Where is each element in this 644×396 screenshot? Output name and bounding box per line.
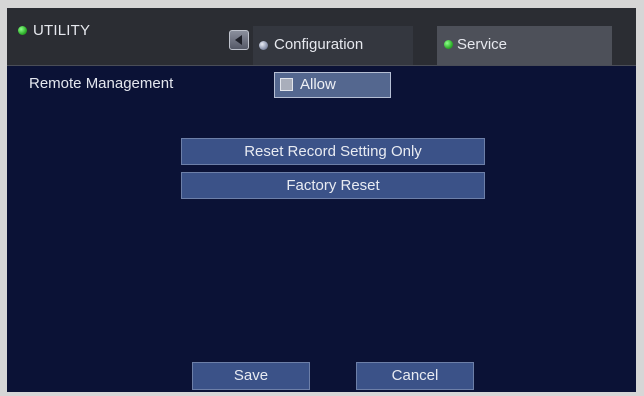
- tab-status-dot-icon: [259, 41, 268, 50]
- status-dot-icon: [18, 26, 27, 35]
- page-title: UTILITY: [33, 22, 91, 39]
- factory-reset-button[interactable]: Factory Reset: [181, 172, 485, 199]
- checkbox-icon[interactable]: [280, 78, 293, 91]
- back-arrow-icon[interactable]: [229, 30, 249, 50]
- tab-configuration-label: Configuration: [274, 36, 364, 53]
- reset-record-setting-button[interactable]: Reset Record Setting Only: [181, 138, 485, 165]
- header-bar: UTILITY Configuration Service: [7, 8, 636, 66]
- tab-service[interactable]: Service: [437, 26, 612, 65]
- allow-remote-checkbox[interactable]: Allow: [274, 72, 391, 98]
- tab-service-label: Service: [457, 36, 508, 53]
- utility-window: UTILITY Configuration Service Remote Man…: [7, 8, 636, 392]
- tab-configuration[interactable]: Configuration: [253, 26, 413, 65]
- cancel-button[interactable]: Cancel: [356, 362, 474, 390]
- tab-status-dot-icon: [444, 40, 453, 49]
- save-button[interactable]: Save: [192, 362, 310, 390]
- remote-management-label: Remote Management: [29, 75, 174, 92]
- allow-label: Allow: [300, 76, 336, 93]
